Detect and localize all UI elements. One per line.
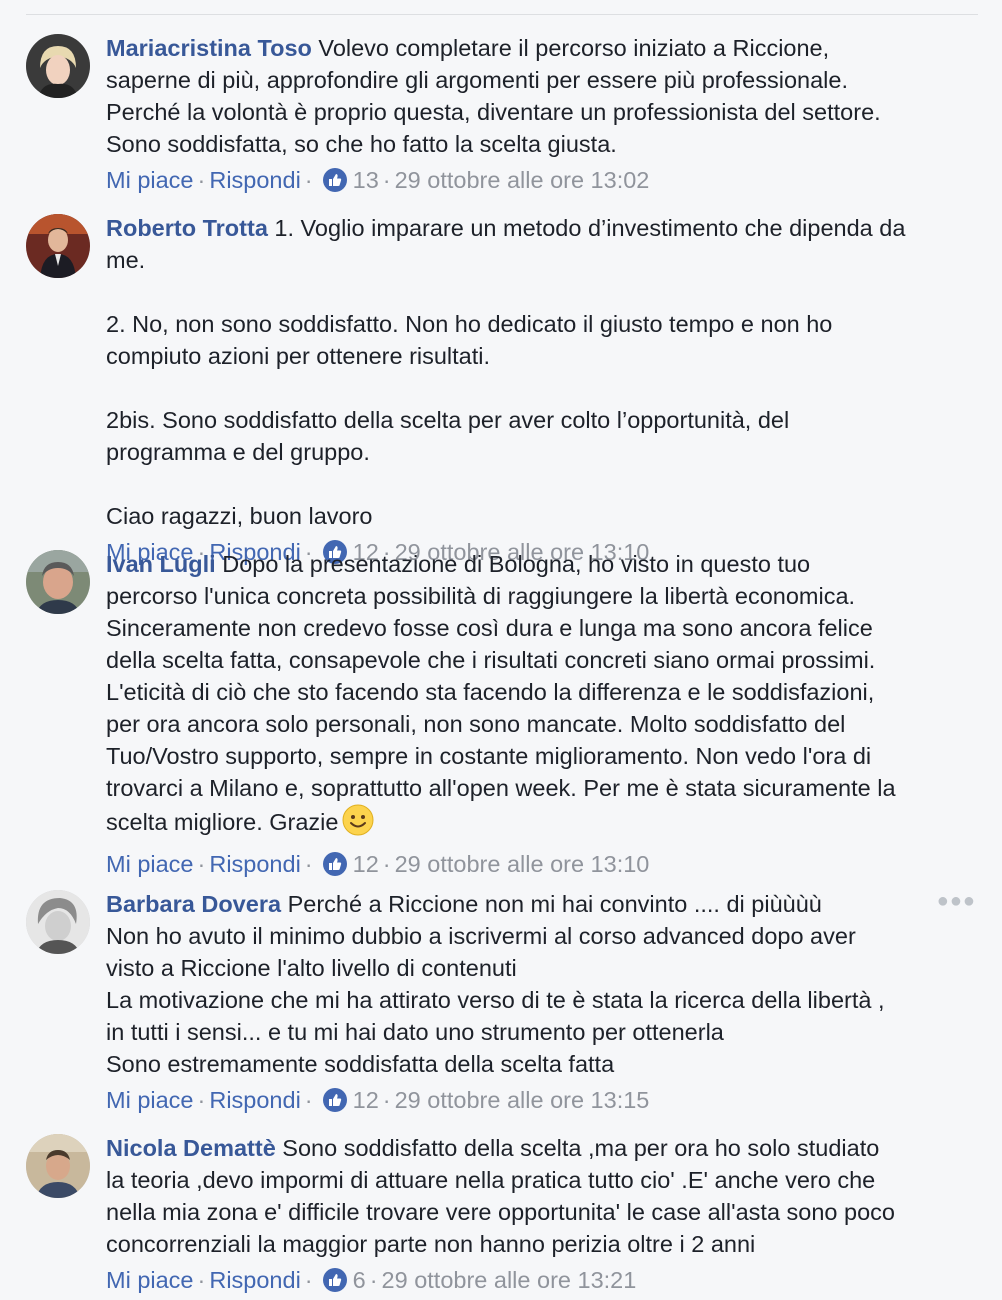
thumbs-up-icon[interactable] [322, 852, 347, 876]
comment-text: Barbara Dovera Perché a Riccione non mi … [106, 888, 966, 1080]
comment-author[interactable]: Mariacristina Toso [106, 35, 312, 61]
separator: · [382, 1087, 391, 1113]
thumbs-up-icon[interactable] [322, 168, 347, 192]
separator: · [197, 167, 206, 193]
avatar[interactable] [26, 1134, 90, 1198]
reply-button[interactable]: Rispondi [209, 1267, 300, 1293]
comment-message: 1. Voglio imparare un metodo d’investime… [106, 215, 906, 529]
avatar[interactable] [26, 890, 90, 954]
comment-text: Roberto Trotta 1. Voglio imparare un met… [106, 212, 966, 532]
separator: · [304, 167, 313, 193]
like-button[interactable]: Mi piace [106, 851, 194, 877]
reply-button[interactable]: Rispondi [209, 167, 300, 193]
thumbs-up-icon[interactable] [322, 1088, 347, 1112]
comment-author[interactable]: Roberto Trotta [106, 215, 268, 241]
comment-author[interactable]: Nicola Demattè [106, 1135, 276, 1161]
comment-actions: Mi piace · Rispondi · 12 · 29 ottobre alle ore… [106, 1084, 966, 1116]
comment-actions: Mi piace · Rispondi · 13 · 29 ottobre alle ore… [106, 164, 966, 196]
timestamp[interactable]: 29 ottobre alle ore 13:15 [395, 1087, 650, 1113]
smiley-icon [342, 804, 374, 844]
avatar[interactable] [26, 550, 90, 614]
thumbs-up-icon[interactable] [322, 1268, 347, 1292]
reply-button[interactable]: Rispondi [209, 1087, 300, 1113]
comment-message: Perché a Riccione non mi hai convinto ..… [106, 891, 885, 1077]
separator: · [304, 1087, 313, 1113]
comment-author[interactable]: Barbara Dovera [106, 891, 281, 917]
top-divider [26, 14, 978, 15]
comment-text: Mariacristina Toso Volevo completare il … [106, 32, 966, 160]
separator: · [304, 1267, 313, 1293]
avatar[interactable] [26, 214, 90, 278]
timestamp[interactable]: 29 ottobre alle ore 13:10 [395, 851, 650, 877]
comment-message: Dopo la presentazione di Bologna, ho vis… [106, 551, 896, 835]
like-count[interactable]: 12 [353, 1087, 379, 1113]
separator: · [197, 851, 206, 877]
like-count[interactable]: 13 [353, 167, 379, 193]
avatar[interactable] [26, 34, 90, 98]
comment-actions: Mi piace · Rispondi · 12 · 29 ottobre alle ore… [106, 848, 966, 880]
timestamp[interactable]: 29 ottobre alle ore 13:02 [395, 167, 650, 193]
comment-author[interactable]: Ivan Lugli [106, 551, 216, 577]
separator: · [382, 851, 391, 877]
more-options-icon[interactable]: ●●● [937, 891, 976, 911]
separator: · [382, 167, 391, 193]
like-count[interactable]: 12 [353, 851, 379, 877]
like-button[interactable]: Mi piace [106, 167, 194, 193]
like-button[interactable]: Mi piace [106, 1267, 194, 1293]
like-count[interactable]: 6 [353, 1267, 366, 1293]
separator: · [304, 851, 313, 877]
separator: · [369, 1267, 378, 1293]
like-button[interactable]: Mi piace [106, 1087, 194, 1113]
reply-button[interactable]: Rispondi [209, 851, 300, 877]
separator: · [197, 1087, 206, 1113]
timestamp[interactable]: 29 ottobre alle ore 13:21 [382, 1267, 637, 1293]
comment-text: Ivan Lugli Dopo la presentazione di Bolo… [106, 548, 966, 844]
comment-text: Nicola Demattè Sono soddisfatto della sc… [106, 1132, 966, 1260]
comment-actions: Mi piace · Rispondi · 6 · 29 ottobre alle ore … [106, 1264, 966, 1296]
separator: · [197, 1267, 206, 1293]
